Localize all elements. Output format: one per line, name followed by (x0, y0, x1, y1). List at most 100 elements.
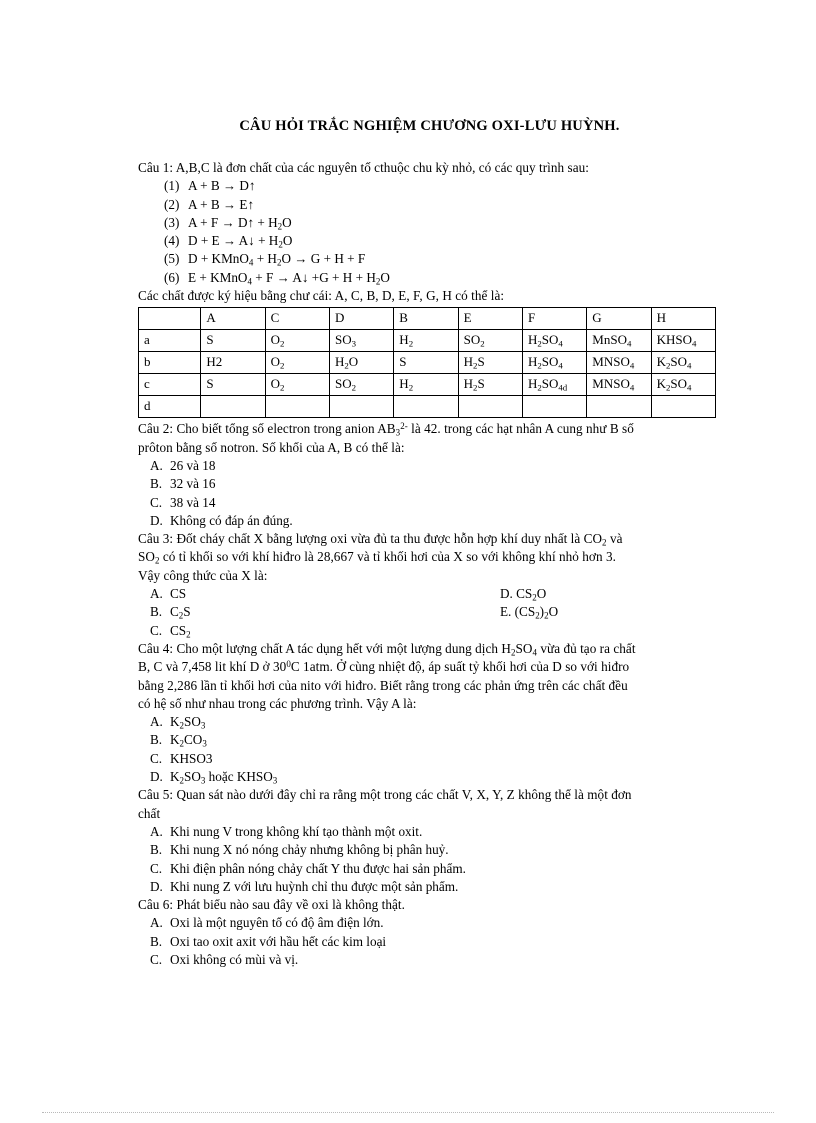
equation-number: (6) (164, 269, 180, 285)
option-letter: D. (150, 769, 163, 785)
table-cell (264, 395, 330, 419)
question-4-option: A. K2SO3 (138, 713, 721, 731)
question-2-option: A. 26 và 18 (138, 457, 721, 475)
question-4: Câu 4: Cho một lượng chất A tác dụng hết… (138, 640, 721, 786)
table-row: c S O2 SO2 H2 H2S H2SO4d MNSO4 K2SO4 (137, 373, 717, 397)
question-5: Câu 5: Quan sát nào dưới đây chỉ ra rằng… (138, 786, 721, 896)
question-6-option: B. Oxi tao oxit axit với hầu hết các kim … (138, 933, 721, 951)
table-header-cell: G (586, 307, 652, 331)
question-4-stem-line-4: có hệ số như nhau trong các phương trình… (138, 695, 417, 711)
row-label: d (137, 395, 202, 419)
option-letter: A. (150, 714, 163, 730)
question-3: Câu 3: Đốt cháy chất X bằng lượng oxi vừ… (138, 530, 721, 640)
option-letter: D. (150, 512, 163, 528)
option-text: K2SO3 hoặc KHSO3 (170, 769, 278, 786)
option-letter: E. (500, 604, 512, 620)
question-1-table-intro: Các chất được ký hiệu bằng chư cái: A, C… (138, 288, 505, 304)
table-cell: H2O (328, 351, 395, 375)
option-letter: D. (500, 586, 513, 602)
question-1: Câu 1: A,B,C là đơn chất của các nguyên … (137, 159, 721, 419)
option-text: Oxi tao oxit axit với hầu hết các kim lo… (170, 933, 387, 949)
table-cell: H2 (393, 373, 459, 397)
question-6-option: A. Oxi là một nguyên tố có độ âm điện lớn… (138, 914, 721, 932)
table-cell: H2S (457, 373, 523, 397)
question-2-stem-line-1: Câu 2: Cho biết tổng số electron trong a… (138, 421, 634, 438)
option-text: CS2 (170, 622, 191, 640)
equation-text: A + B → D↑ (188, 178, 256, 194)
table-header-cell: A (200, 307, 266, 331)
option-text: K2CO3 (170, 732, 207, 749)
option-letter: C. (150, 494, 163, 510)
table-cell: S (200, 373, 266, 397)
table-cell: SO3 (328, 329, 395, 353)
table-cell: H2SO4 (521, 329, 588, 353)
equation-text: A + F → D↑ + H2O (188, 214, 292, 232)
option-letter: A. (150, 586, 163, 602)
question-1-stem: Câu 1: A,B,C là đơn chất của các nguyên … (138, 160, 589, 175)
question-6: Câu 6: Phát biểu nào sau đây về oxi là k… (138, 896, 721, 969)
table-header-cell: E (457, 307, 523, 331)
table-cell (457, 395, 523, 419)
equation-item: (3) A + F → D↑ + H2O (138, 214, 721, 232)
table-cell: H2SO4 (521, 351, 588, 375)
row-label: c (137, 373, 202, 397)
option-letter: C. (150, 860, 163, 876)
question-5-option: A. Khi nung V trong không khí tạo thành m… (138, 823, 721, 841)
question-5-stem-line-1: Câu 5: Quan sát nào dưới đây chỉ ra rằng… (138, 787, 632, 803)
question-4-stem-line-1: Câu 4: Cho một lượng chất A tác dụng hết… (138, 640, 636, 658)
table-cell (200, 395, 266, 419)
option-text: Khi nung X nó nóng chảy nhưng không bị p… (170, 842, 449, 858)
equation-number: (5) (164, 251, 180, 267)
equation-text: E + KMnO4 + F → A↓ +G + H + H2O (188, 269, 390, 287)
page-bottom-divider (42, 1112, 774, 1113)
question-6-option: C. Oxi không có mùi và vị. (138, 951, 721, 969)
question-2: Câu 2: Cho biết tổng số electron trong a… (138, 420, 721, 530)
option-text: KHSO3 (170, 750, 213, 766)
table-header-cell: D (328, 307, 395, 331)
option-text: 26 và 18 (170, 457, 216, 473)
equation-number: (1) (164, 178, 180, 194)
question-3-stem-line-2: SO2 có tỉ khối so với khí hiđro là 28,66… (138, 549, 616, 566)
option-text: CS2O (516, 586, 547, 603)
row-label: a (137, 329, 202, 353)
question-3-stem-line-1: Câu 3: Đốt cháy chất X bằng lượng oxi vừ… (138, 531, 623, 548)
question-6-stem: Câu 6: Phát biểu nào sau đây về oxi là k… (138, 897, 405, 913)
option-letter: B. (150, 933, 163, 949)
question-1-equation-list: (1) A + B → D↑ (2) A + B → E↑ (3) A + F → D… (138, 177, 721, 287)
option-letter: D. (150, 878, 163, 894)
equation-item: (5) D + KMnO4 + H2O → G + H + F (138, 250, 721, 268)
table-cell: H2SO4d (521, 373, 588, 397)
table-cell (328, 395, 395, 419)
option-letter: B. (150, 842, 163, 858)
document-page: CÂU HỎI TRẮC NGHIỆM CHƯƠNG OXI-LƯU HUỲNH… (0, 0, 816, 1123)
option-text: C2S (170, 604, 191, 621)
table-cell: H2S (457, 351, 523, 375)
table-cell: KHSO4 (650, 329, 717, 353)
table-corner-cell (137, 307, 202, 331)
question-3-stem-line-3: Vậy công thức của X là: (138, 567, 268, 583)
option-text: (CS2)2O (514, 604, 559, 621)
question-4-stem-line-3: bằng 2,286 lần tỉ khối hơi của nito với … (138, 677, 628, 693)
question-3-option: C. CS2 (138, 622, 721, 640)
table-cell (586, 395, 652, 419)
question-2-stem-line-2: prôton bằng số notron. Số khối của A, B … (138, 439, 405, 455)
question-4-stem-line-2: B, C và 7,458 lit khí D ở 300C 1atm. Ở c… (138, 659, 630, 675)
table-cell: O2 (264, 351, 330, 375)
option-text: Khi nung V trong không khí tạo thành một… (170, 823, 423, 839)
table-cell: MnSO4 (586, 329, 652, 353)
table-cell: K2SO4 (650, 373, 717, 397)
question-4-option: C. KHSO3 (138, 750, 721, 768)
substances-table: A C D B E F G H a S O2 SO3 H2 SO2 H2SO4 (137, 307, 717, 419)
table-cell: MNSO4 (586, 373, 652, 397)
equation-item: (1) A + B → D↑ (138, 177, 721, 195)
table-cell (650, 395, 717, 419)
option-text: Khi nung Z với lưu huỳnh chỉ thu được mộ… (170, 878, 459, 894)
question-2-option: C. 38 và 14 (138, 494, 721, 512)
option-letter: B. (150, 732, 163, 748)
option-letter: C. (150, 750, 163, 766)
table-row: a S O2 SO3 H2 SO2 H2SO4 MnSO4 KHSO4 (137, 329, 717, 353)
question-3-option: D. CS2O (500, 585, 546, 603)
table-cell: H2 (200, 351, 266, 375)
table-header-cell: C (264, 307, 330, 331)
option-text: 32 và 16 (170, 476, 216, 492)
